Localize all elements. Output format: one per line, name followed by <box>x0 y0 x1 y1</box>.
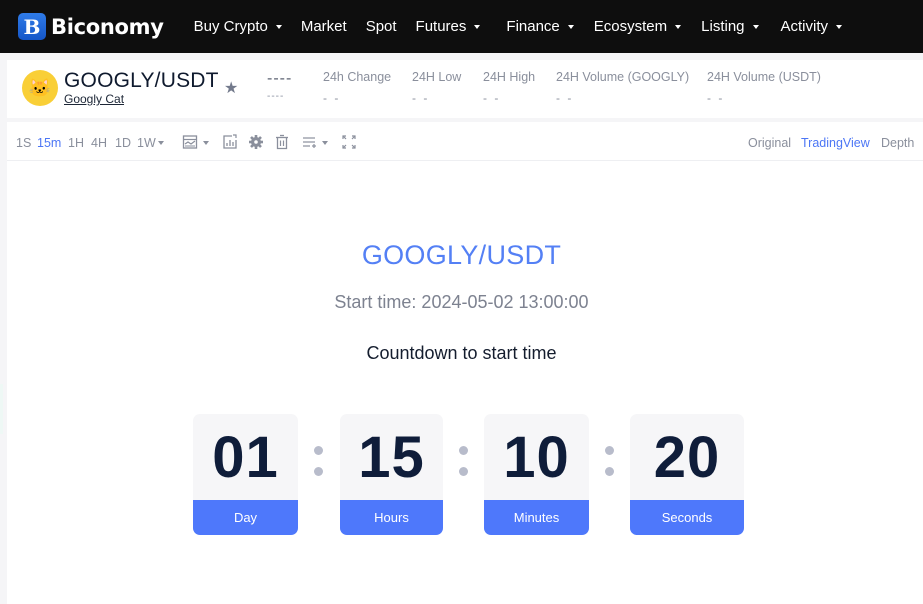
logo-icon: B <box>18 13 46 40</box>
launch-start-time: Start time: 2024-05-02 13:00:00 <box>334 292 589 312</box>
view-depth[interactable]: Depth <box>881 136 914 150</box>
last-price: ---- <box>267 70 293 87</box>
stat-label: 24H Volume (USDT) <box>707 70 821 84</box>
nav-listing[interactable]: Listing <box>701 18 759 35</box>
settings-icon[interactable] <box>248 134 264 150</box>
countdown-day: 01 Day <box>193 414 298 535</box>
nav-activity[interactable]: Activity <box>781 18 843 35</box>
stat-label: 24H Low <box>412 70 462 84</box>
chevron-down-icon <box>675 24 682 29</box>
star-icon[interactable]: ★ <box>224 78 238 98</box>
stat-label: 24H High <box>483 70 536 84</box>
timeframe-4h[interactable]: 4H <box>91 136 107 150</box>
timeframe-1w[interactable]: 1W <box>137 136 156 150</box>
stat-24h-change: 24h Change - - <box>323 70 391 105</box>
countdown-value: 20 <box>653 424 721 490</box>
stat-value: - - <box>707 91 725 105</box>
chevron-down-icon <box>567 24 574 29</box>
nav-finance[interactable]: Finance <box>506 18 574 35</box>
nav-label: Buy Crypto <box>193 18 268 35</box>
countdown-hours: 15 Hours <box>340 414 443 535</box>
stat-label: 24H Volume (GOOGLY) <box>556 70 690 84</box>
nav-buy-crypto[interactable]: Buy Crypto <box>194 18 282 35</box>
left-edge-strip <box>0 384 3 434</box>
countdown-unit: Minutes <box>484 500 589 535</box>
countdown-unit: Hours <box>340 500 443 535</box>
pair-name: GOOGLY/USDT <box>64 69 219 92</box>
stat-24h-volume-quote: 24H Volume (USDT) - - <box>707 70 821 105</box>
indicators-icon[interactable] <box>222 134 238 150</box>
chevron-down-icon <box>275 24 282 29</box>
timeframe-1d[interactable]: 1D <box>115 136 131 150</box>
launch-pair-title: GOOGLY/USDT <box>361 240 562 270</box>
chart-toolbar: 1S 15m 1H 4H 1D 1W Original TradingView … <box>7 122 923 161</box>
timeframe-1s[interactable]: 1S <box>16 136 31 150</box>
colon-separator <box>605 446 614 476</box>
nav-spot[interactable]: Spot <box>366 18 397 35</box>
timeframe-15m[interactable]: 15m <box>37 136 61 150</box>
countdown-minutes: 10 Minutes <box>484 414 589 535</box>
fullscreen-icon[interactable] <box>341 134 357 150</box>
timeframe-1h[interactable]: 1H <box>68 136 84 150</box>
nav-label: Finance <box>506 18 560 35</box>
stat-24h-low: 24H Low - - <box>412 70 461 105</box>
nav-label: Market <box>300 18 347 35</box>
countdown-label: Countdown to start time <box>366 343 557 363</box>
stat-value: - - <box>412 91 430 105</box>
countdown-unit: Seconds <box>630 500 744 535</box>
main-nav: Buy Crypto Market Spot Futures Finance E… <box>194 18 861 35</box>
chevron-down-icon[interactable] <box>322 141 328 145</box>
brand-name: Biconomy <box>51 14 164 39</box>
view-original[interactable]: Original <box>748 136 791 150</box>
colon-separator <box>314 446 323 476</box>
biconomy-logo[interactable]: B Biconomy <box>18 13 164 40</box>
nav-label: Ecosystem <box>593 18 668 35</box>
countdown-value: 15 <box>358 424 425 490</box>
last-price-fiat: ---- <box>267 91 285 102</box>
drawing-list-icon[interactable] <box>301 134 317 150</box>
chart-type-icon[interactable] <box>182 134 198 150</box>
nav-label: Spot <box>365 18 397 35</box>
stat-value: - - <box>556 91 574 105</box>
nav-label: Activity <box>780 18 829 35</box>
cat-avatar-icon: 🐱 <box>22 70 58 106</box>
trash-icon[interactable] <box>274 134 290 150</box>
nav-label: Futures <box>415 18 467 35</box>
chevron-down-icon[interactable] <box>203 141 209 145</box>
countdown-unit: Day <box>193 500 298 535</box>
ticker-header: 🐱 GOOGLY/USDT Googly Cat ★ ---- ---- 24h… <box>7 60 923 118</box>
nav-futures[interactable]: Futures <box>416 18 481 35</box>
top-nav-bar: B Biconomy Buy Crypto Market Spot Future… <box>0 0 923 53</box>
stat-24h-high: 24H High - - <box>483 70 535 105</box>
countdown-value: 01 <box>212 424 279 490</box>
stat-value: - - <box>483 91 501 105</box>
colon-separator <box>459 446 468 476</box>
chevron-down-icon <box>836 24 843 29</box>
nav-ecosystem[interactable]: Ecosystem <box>593 18 682 35</box>
stat-24h-volume-base: 24H Volume (GOOGLY) - - <box>556 70 689 105</box>
stat-label: 24h Change <box>323 70 392 84</box>
coin-name-link[interactable]: Googly Cat <box>64 92 124 106</box>
stat-value: - - <box>323 91 341 105</box>
nav-market[interactable]: Market <box>301 18 347 35</box>
chevron-down-icon <box>752 24 759 29</box>
view-tradingview[interactable]: TradingView <box>801 136 870 150</box>
chevron-down-icon <box>474 24 481 29</box>
countdown-seconds: 20 Seconds <box>630 414 744 535</box>
nav-label: Listing <box>701 18 745 35</box>
chevron-down-icon[interactable] <box>158 141 164 145</box>
countdown-value: 10 <box>503 424 570 490</box>
